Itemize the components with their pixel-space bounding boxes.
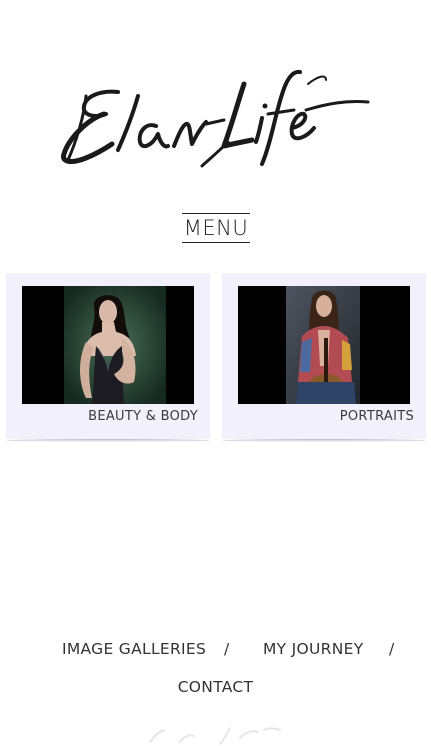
gallery-label-beauty-body: BEAUTY & BODY [88, 409, 198, 424]
footer-separator: / [224, 640, 230, 658]
portrait-man-guitar-image [238, 286, 410, 404]
brand-logo[interactable] [56, 62, 372, 172]
beauty-body-thumbnail [22, 286, 194, 404]
elan-life-logo-icon [61, 70, 370, 168]
elan-life-faded-logo-icon [149, 727, 281, 745]
gallery-label-portraits: PORTRAITS [339, 409, 414, 424]
gallery-card-beauty-body[interactable]: BEAUTY & BODY [6, 273, 210, 442]
footer-faded-logo [140, 724, 300, 746]
portraits-thumbnail [238, 286, 410, 404]
footer-separator: / [389, 640, 395, 658]
gallery-card-portraits[interactable]: PORTRAITS [222, 273, 426, 442]
menu-label: MENU [183, 216, 249, 240]
menu-button[interactable]: MENU [182, 213, 250, 243]
portrait-woman-image [22, 286, 194, 404]
footer-link-my-journey[interactable]: MY JOURNEY [263, 640, 364, 658]
footer-link-contact[interactable]: CONTACT [178, 678, 254, 696]
footer-link-image-galleries[interactable]: IMAGE GALLERIES [62, 640, 206, 658]
